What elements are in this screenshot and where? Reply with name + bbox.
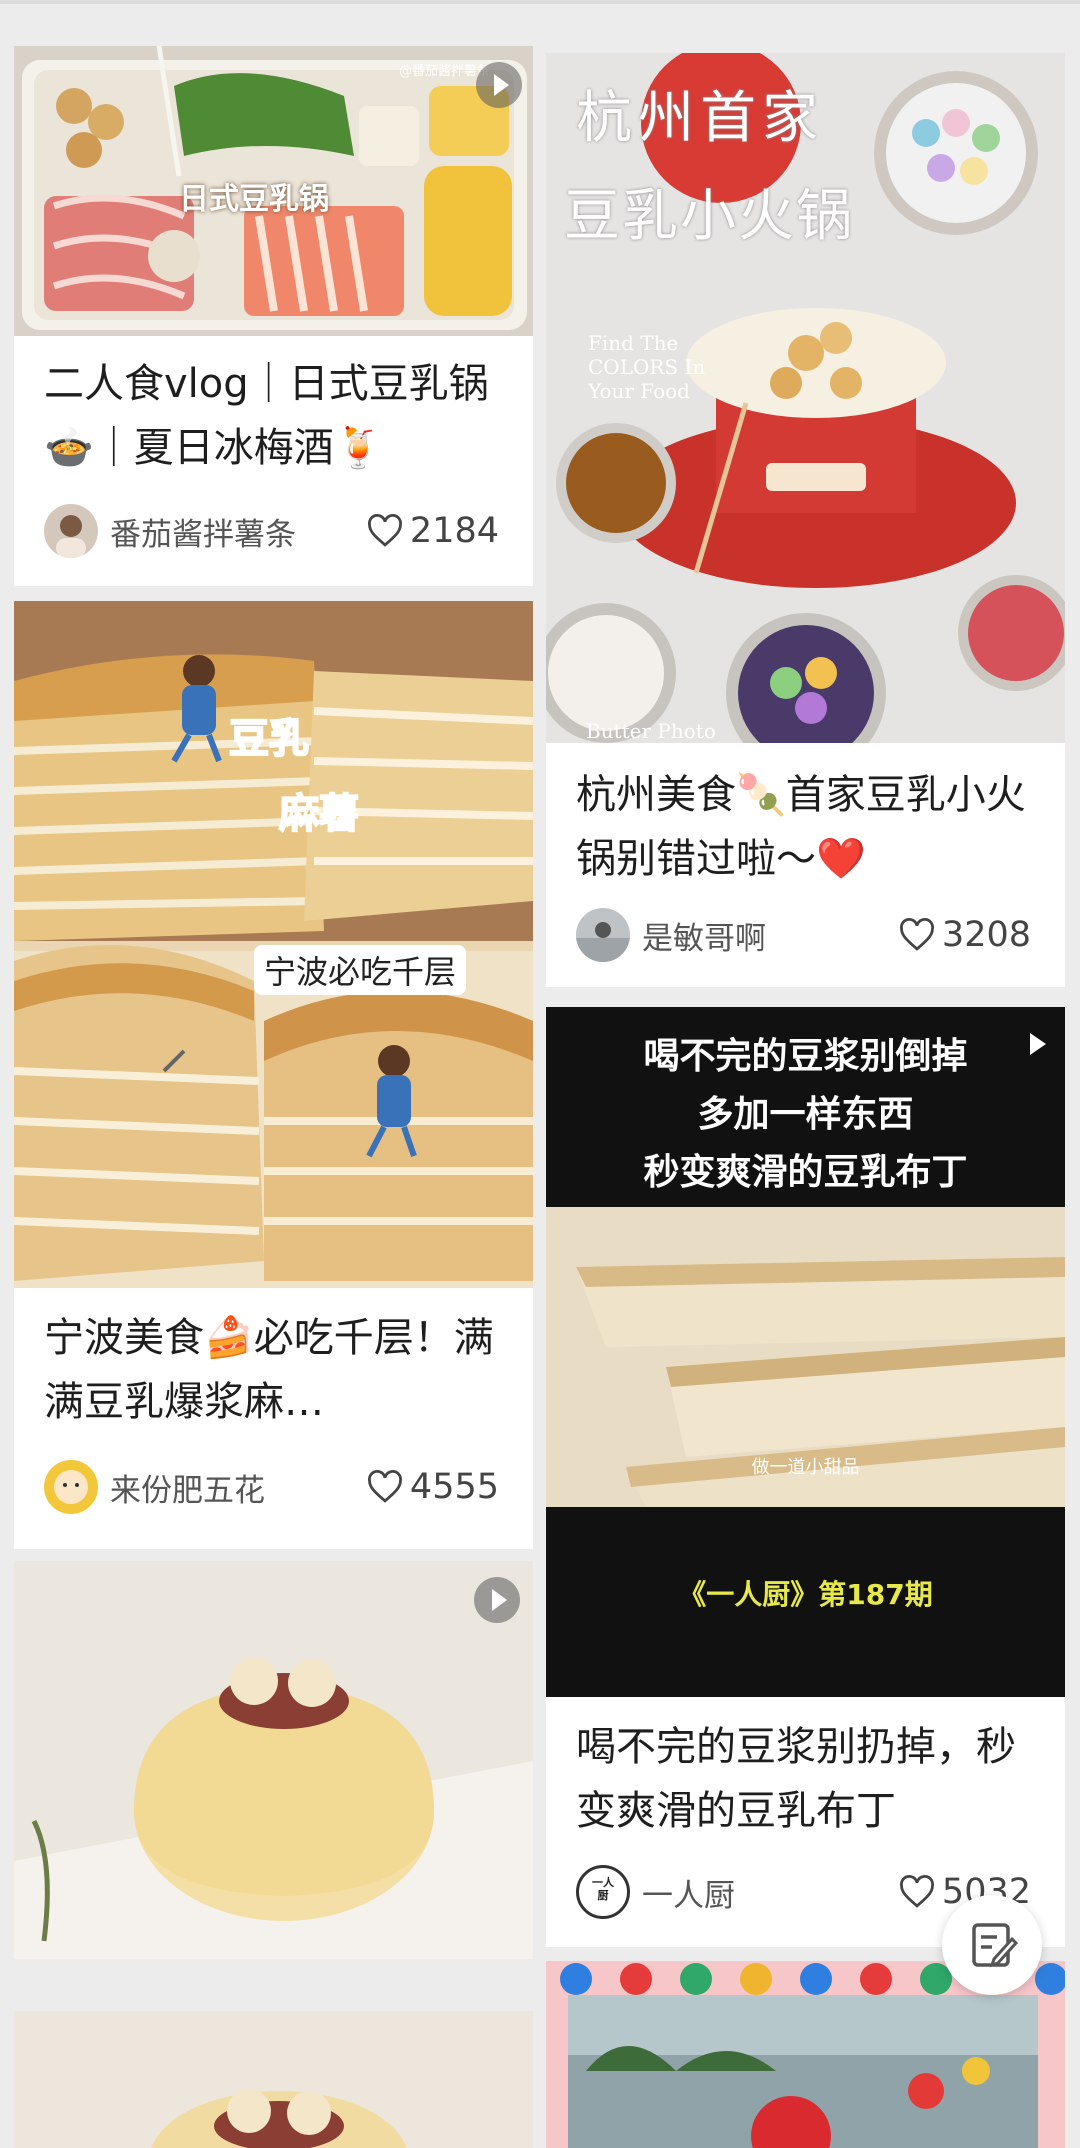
play-icon xyxy=(476,62,522,108)
card-meta: 是敏哥啊 3208 xyxy=(576,907,1031,963)
card-title: 二人食vlog｜日式豆乳锅🍲｜夏日冰梅酒🍹 xyxy=(44,361,489,471)
card-title: 喝不完的豆浆别扔掉，秒变爽滑的豆乳布丁 xyxy=(576,1724,1016,1834)
avatar-image xyxy=(576,922,630,962)
feed-card-image xyxy=(14,1561,533,1959)
image-caption: 日式豆乳锅 xyxy=(179,182,329,217)
feed-card-3[interactable]: 豆乳 麻薯 宁波必吃千层 宁波美食🍰必吃千层！满满豆乳爆浆麻… 来份肥五花 45… xyxy=(14,601,533,1549)
image-watermark: @番茄酱拌薯条 xyxy=(399,64,491,79)
create-note-button[interactable] xyxy=(942,1895,1042,1995)
feed-card-1[interactable]: 日式豆乳锅 @番茄酱拌薯条 二人食vlog｜日式豆乳锅🍲｜夏日冰梅酒🍹 番茄酱拌… xyxy=(14,46,533,586)
image-caption: 《一人厨》第187期 xyxy=(678,1578,933,1611)
feed-card-image xyxy=(14,2011,533,2148)
feed-card-2[interactable]: 杭州首家 豆乳小火锅 Find The COLORS In Your Food … xyxy=(546,53,1065,987)
image-caption: 喝不完的豆浆别倒掉 xyxy=(643,1036,968,1077)
heart-icon xyxy=(367,1470,402,1503)
like-count: 4555 xyxy=(409,1467,499,1507)
avatar[interactable]: 一人厨 xyxy=(576,1865,630,1919)
edit-note-icon xyxy=(972,1923,1019,1968)
card-meta: 来份肥五花 4555 xyxy=(44,1459,499,1515)
card-title: 宁波美食🍰必吃千层！满满豆乳爆浆麻… xyxy=(44,1315,494,1425)
image-caption: 做一道小甜品 xyxy=(751,1457,860,1478)
image-caption: 宁波必吃千层 xyxy=(254,945,467,995)
author-name[interactable]: 番茄酱拌薯条 xyxy=(110,509,366,554)
author-name[interactable]: 是敏哥啊 xyxy=(642,913,898,958)
pudding-cake-photo xyxy=(14,2011,533,2148)
image-caption: 麻薯 xyxy=(278,790,360,838)
image-caption: 杭州首家 xyxy=(576,86,824,151)
play-icon xyxy=(1030,1033,1046,1055)
avatar[interactable] xyxy=(576,908,630,962)
pudding-cake-photo xyxy=(14,1561,533,1959)
author-name[interactable]: 来份肥五花 xyxy=(110,1465,366,1510)
feed-card-image: 杭州首家 豆乳小火锅 Find The COLORS In Your Food … xyxy=(546,53,1065,743)
feed-card-4[interactable]: 喝不完的豆浆别倒掉 多加一样东西 秒变爽滑的豆乳布丁 做一道小甜品 《一人厨》第… xyxy=(546,1007,1065,1947)
avatar-image xyxy=(54,1470,88,1504)
top-divider xyxy=(0,0,1080,4)
like-button[interactable]: 4555 xyxy=(366,1467,499,1507)
image-caption: 秒变爽滑的豆乳布丁 xyxy=(643,1152,968,1193)
feed-card-image: 日式豆乳锅 @番茄酱拌薯条 xyxy=(14,46,533,336)
image-caption: 豆乳 xyxy=(228,715,310,763)
like-button[interactable]: 2184 xyxy=(366,511,499,551)
feed-card-7[interactable] xyxy=(14,2011,533,2148)
image-caption: Find The COLORS In Your Food xyxy=(588,331,706,403)
card-meta: 番茄酱拌薯条 2184 xyxy=(44,503,499,559)
feed-card-5[interactable] xyxy=(14,1561,533,1959)
avatar-text: 一人厨 xyxy=(592,1876,614,1902)
feed-card-image: 豆乳 麻薯 宁波必吃千层 xyxy=(14,601,533,1288)
heart-icon xyxy=(367,514,402,547)
image-caption: 豆乳小火锅 xyxy=(564,184,854,249)
avatar[interactable] xyxy=(44,1460,98,1514)
play-icon xyxy=(474,1577,520,1623)
heart-icon xyxy=(899,918,934,951)
image-watermark: Butter Photo xyxy=(586,719,716,743)
like-button[interactable]: 3208 xyxy=(898,915,1031,955)
like-count: 2184 xyxy=(409,511,499,551)
avatar-image xyxy=(56,515,86,558)
card-title: 杭州美食🍡首家豆乳小火锅别错过啦～❤️ xyxy=(576,772,1026,882)
heart-icon xyxy=(899,1875,934,1908)
author-name[interactable]: 一人厨 xyxy=(642,1870,898,1915)
image-caption: 多加一样东西 xyxy=(697,1094,914,1135)
like-count: 3208 xyxy=(941,915,1031,955)
avatar[interactable] xyxy=(44,504,98,558)
feed-card-image: 喝不完的豆浆别倒掉 多加一样东西 秒变爽滑的豆乳布丁 做一道小甜品 《一人厨》第… xyxy=(546,1007,1065,1697)
